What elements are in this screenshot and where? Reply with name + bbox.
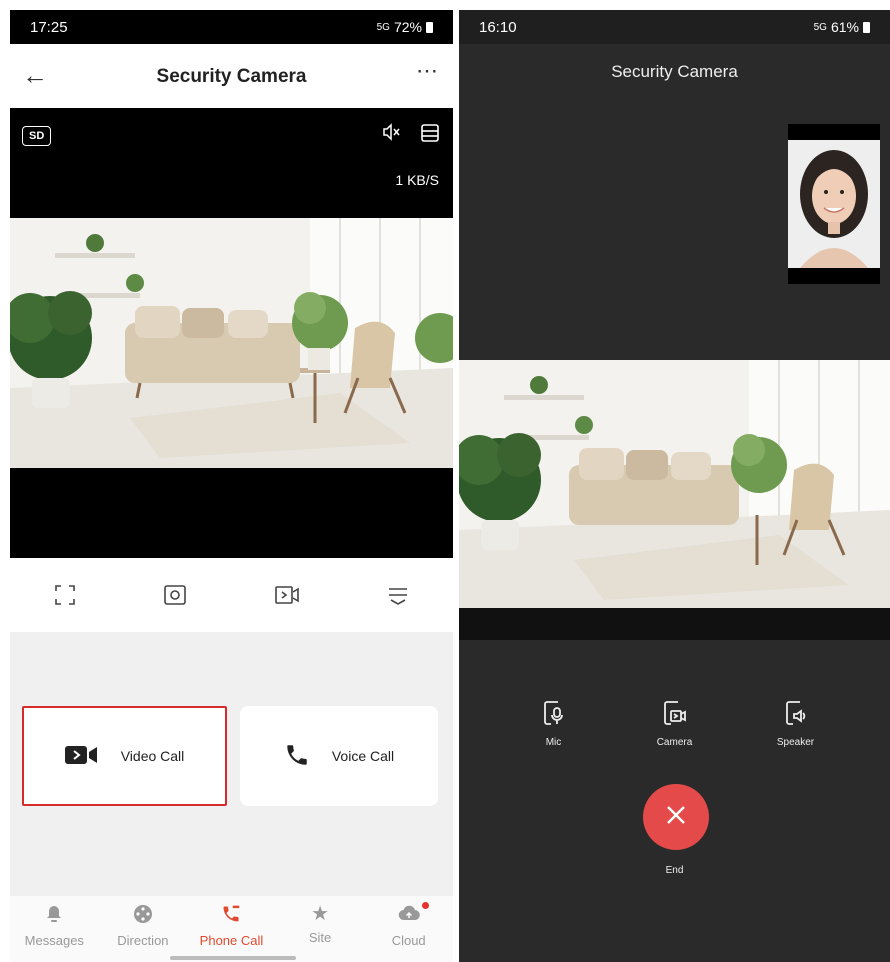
battery-percent: 72% <box>393 19 422 35</box>
fullscreen-icon[interactable] <box>54 584 76 606</box>
layout-icon[interactable] <box>421 124 439 147</box>
phone-call-icon <box>221 904 241 927</box>
video-bottom-bar <box>459 608 890 640</box>
tab-direction[interactable]: Direction <box>103 904 183 948</box>
tab-site[interactable]: ★ Site <box>280 904 360 945</box>
bottom-tab-bar: Messages Direction Phone Call ★ Site Clo… <box>10 896 453 962</box>
call-title: Security Camera <box>611 62 738 81</box>
cloud-icon <box>398 904 420 927</box>
end-call-button[interactable] <box>643 784 709 850</box>
snapshot-icon[interactable] <box>163 584 187 606</box>
tab-site-label: Site <box>308 930 332 945</box>
close-icon <box>665 804 687 831</box>
more-options-icon[interactable]: ⋯ <box>416 58 439 84</box>
video-call-button[interactable]: Video Call <box>22 706 227 806</box>
tab-direction-label: Direction <box>117 933 169 948</box>
video-camera-icon <box>64 743 99 770</box>
tab-phone-call-label: Phone Call <box>199 933 264 948</box>
camera-controls <box>10 558 453 632</box>
home-indicator <box>170 956 296 960</box>
battery-icon <box>863 21 870 33</box>
live-camera-feed <box>459 360 890 610</box>
call-controls: Mic Camera Speaker <box>459 700 890 748</box>
camera-icon <box>663 700 687 729</box>
speaker-icon <box>785 700 807 729</box>
battery-icon <box>426 21 433 33</box>
quality-toggle[interactable]: SD <box>22 126 52 146</box>
mic-icon <box>543 700 565 729</box>
expand-menu-icon[interactable] <box>387 584 409 606</box>
voice-call-button[interactable]: Voice Call <box>240 706 438 806</box>
record-icon[interactable] <box>274 584 300 606</box>
speaker-label: Speaker <box>776 737 815 748</box>
signal-icon: 5G <box>813 21 827 33</box>
stream-speed: 1 KB/S <box>395 172 439 188</box>
camera-video-area[interactable]: SD 1 KB/S <box>10 108 453 558</box>
voice-call-label: Voice Call <box>331 748 395 764</box>
mic-label: Mic <box>545 737 562 748</box>
self-view-video[interactable] <box>788 124 880 284</box>
signal-icon: 5G <box>376 21 390 33</box>
tab-messages[interactable]: Messages <box>14 904 94 948</box>
left-phone-screen: 17:25 5G 72% ← Security Camera ⋯ SD 1 KB… <box>10 10 453 962</box>
status-bar: 16:10 5G 61% <box>459 10 890 44</box>
star-icon: ★ <box>311 903 330 925</box>
app-header: ← Security Camera ⋯ <box>10 44 453 108</box>
tab-phone-call[interactable]: Phone Call <box>191 904 271 948</box>
end-call-label: End <box>665 865 684 876</box>
camera-button[interactable]: Camera <box>640 700 710 748</box>
status-bar: 17:25 5G 72% <box>10 10 453 44</box>
page-title: Security Camera <box>156 66 307 87</box>
mic-button[interactable]: Mic <box>519 700 589 748</box>
status-time: 16:10 <box>479 18 517 36</box>
direction-pad-icon <box>133 904 153 927</box>
tab-cloud-label: Cloud <box>391 933 426 948</box>
right-phone-screen: 16:10 5G 61% Security Camera Mic Camera … <box>459 10 890 962</box>
bell-icon <box>44 904 64 927</box>
battery-percent: 61% <box>830 19 859 35</box>
video-call-label: Video Call <box>120 748 185 764</box>
notification-dot <box>421 902 429 909</box>
camera-label: Camera <box>656 737 693 748</box>
tab-messages-label: Messages <box>24 933 84 948</box>
tab-cloud[interactable]: Cloud <box>369 902 449 948</box>
mute-icon[interactable] <box>381 122 401 147</box>
speaker-button[interactable]: Speaker <box>761 700 831 748</box>
live-camera-feed <box>10 218 453 468</box>
status-time: 17:25 <box>30 18 68 36</box>
phone-icon <box>284 742 310 771</box>
